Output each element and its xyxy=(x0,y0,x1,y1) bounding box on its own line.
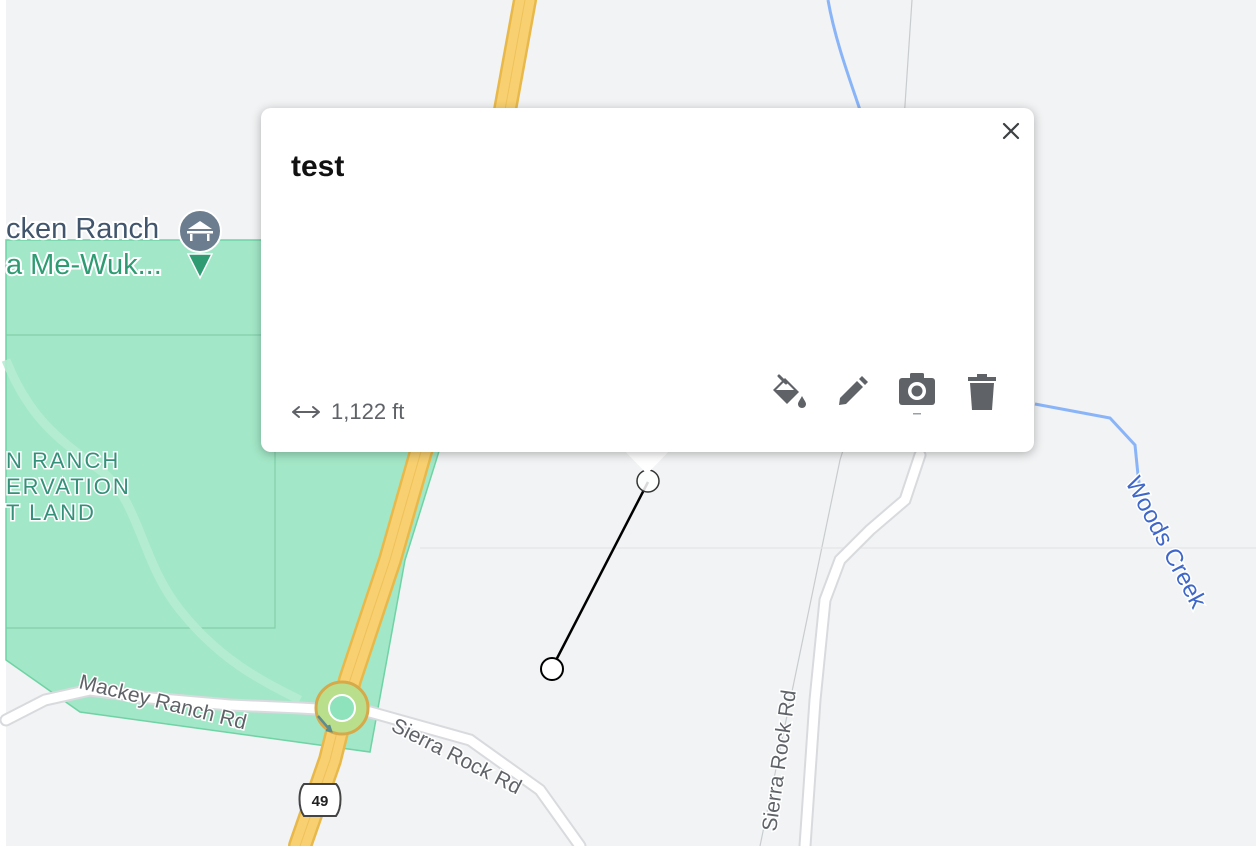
style-button[interactable] xyxy=(765,370,809,414)
delete-button[interactable] xyxy=(960,370,1004,414)
feature-title: test xyxy=(291,150,345,183)
ranch-label-line2: a Me-Wuk... xyxy=(6,249,162,281)
roundabout xyxy=(314,680,370,736)
measurement-readout: 1,122 ft xyxy=(291,398,404,426)
camera-icon xyxy=(899,373,935,415)
add-photo-button[interactable] xyxy=(895,370,939,415)
line-end-vertex[interactable] xyxy=(540,657,564,681)
highway-shield-label: 49 xyxy=(312,793,329,810)
popup-toolbar xyxy=(765,370,1004,415)
paint-bucket-icon xyxy=(773,374,806,408)
highway-shield: 49 xyxy=(298,783,342,817)
rancheria-label-line3: T LAND xyxy=(6,500,96,525)
map-viewport[interactable]: 49 cken Ranch a Me-Wuk... N RANCH ERVATI… xyxy=(0,0,1256,846)
picnic-area-icon[interactable] xyxy=(178,209,222,253)
edit-button[interactable] xyxy=(830,370,874,414)
arrow-left-right-icon xyxy=(292,406,320,418)
trash-icon xyxy=(968,374,996,410)
ranch-label-line1: cken Ranch xyxy=(6,213,159,245)
pencil-icon xyxy=(839,376,868,405)
measurement-value: 1,122 ft xyxy=(331,399,405,424)
rancheria-label-line2: ERVATION xyxy=(6,474,131,499)
close-button[interactable] xyxy=(996,116,1026,146)
rancheria-label-line1: N RANCH xyxy=(6,448,120,473)
close-icon xyxy=(1002,122,1020,140)
feature-popup: test 1,122 ft xyxy=(261,108,1034,452)
